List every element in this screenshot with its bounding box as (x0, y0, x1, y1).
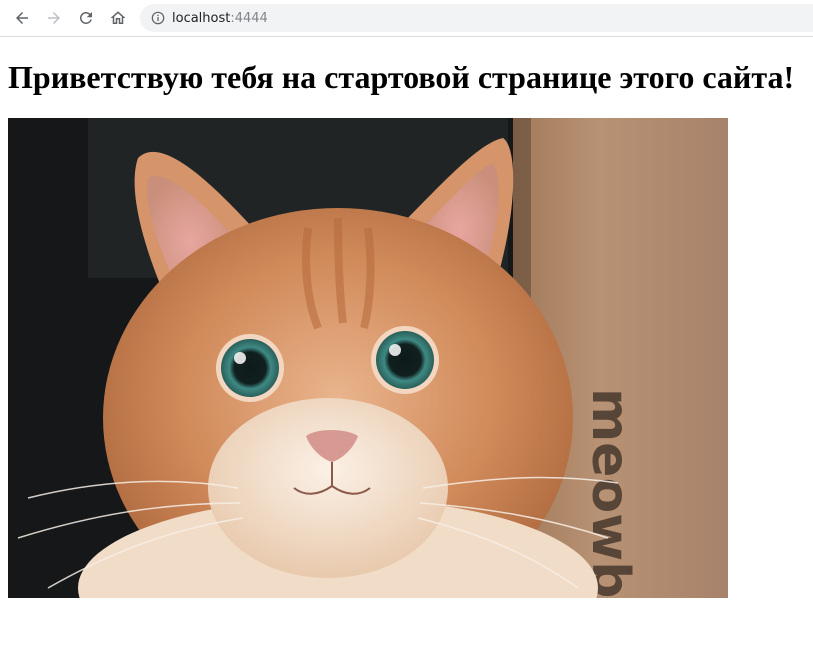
home-icon (110, 11, 126, 24)
back-button[interactable] (9, 5, 35, 31)
browser-toolbar: localhost:4444 (0, 0, 813, 37)
left-eye (216, 334, 284, 402)
url-text: localhost:4444 (172, 11, 268, 26)
url-port: :4444 (230, 10, 268, 26)
page-title: Приветствую тебя на стартовой странице э… (8, 59, 795, 95)
address-bar[interactable]: localhost:4444 (140, 4, 813, 32)
right-eye (371, 326, 439, 394)
url-host: localhost (172, 10, 231, 26)
page-content: Приветствую тебя на стартовой странице э… (0, 37, 813, 649)
reload-button[interactable] (73, 5, 99, 31)
arrow-left-icon (16, 12, 28, 24)
home-button[interactable] (105, 5, 131, 31)
reload-icon (80, 11, 92, 24)
forward-button[interactable] (41, 5, 67, 31)
arrow-right-icon (48, 12, 60, 24)
cat-image: meowb (8, 118, 728, 598)
info-icon[interactable] (151, 11, 165, 25)
